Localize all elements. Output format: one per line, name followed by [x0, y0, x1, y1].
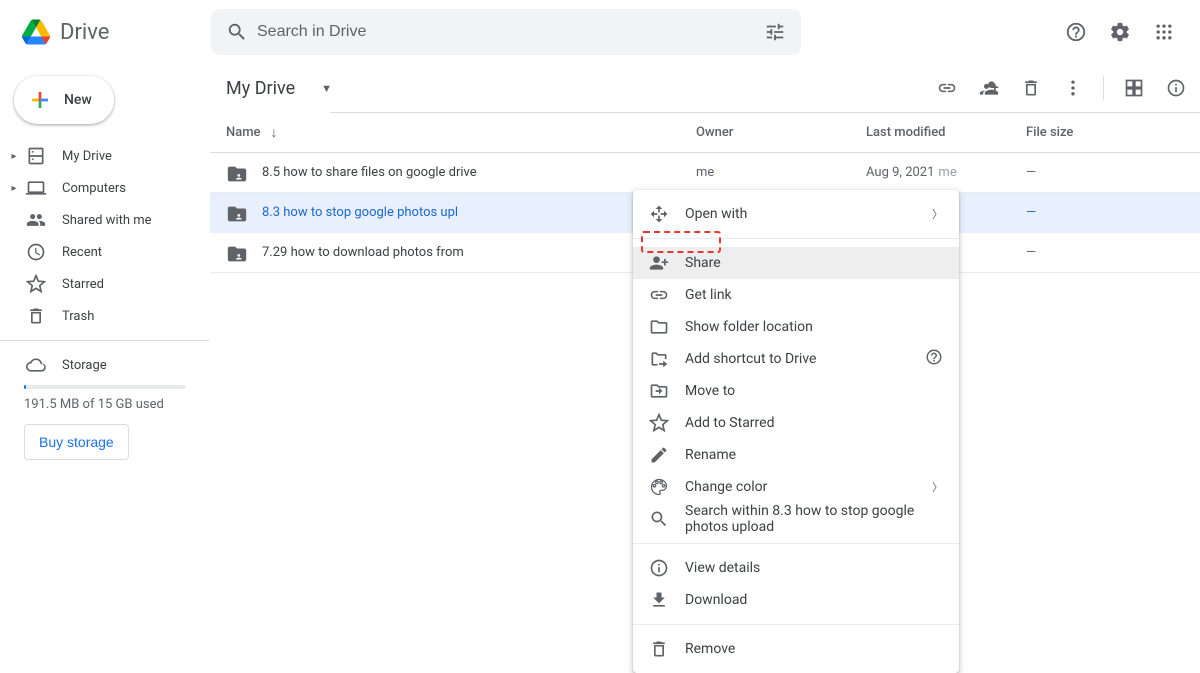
get-link-icon[interactable]: [927, 68, 967, 108]
col-size[interactable]: File size: [1026, 125, 1184, 140]
menu-item-remove[interactable]: Remove: [633, 633, 959, 665]
cloud-icon: [24, 353, 48, 377]
menu-item-open-with[interactable]: Open with〉: [633, 198, 959, 230]
drive-logo-icon: [16, 12, 56, 52]
new-button[interactable]: New: [14, 76, 114, 124]
main-content: My Drive ▼ Name↓ Owner Last modified Fil…: [210, 64, 1200, 580]
search-options-icon[interactable]: [755, 12, 795, 52]
buy-storage-button[interactable]: Buy storage: [24, 424, 129, 460]
menu-item-rename[interactable]: Rename: [633, 439, 959, 471]
sidebar-item-recent[interactable]: Recent: [0, 236, 198, 268]
menu-item-change-color[interactable]: Change color〉: [633, 471, 959, 503]
menu-item-add-shortcut-to[interactable]: Add shortcut to Drive: [633, 343, 959, 375]
menu-item-download[interactable]: Download: [633, 584, 959, 616]
sidebar-item-my-drive[interactable]: ▸ My Drive: [0, 140, 198, 172]
menu-item-search-within-8.3[interactable]: Search within 8.3 how to stop google pho…: [633, 503, 959, 535]
storage-bar: [24, 385, 186, 389]
menu-divider: [633, 624, 959, 625]
storage-text: 191.5 MB of 15 GB used: [24, 397, 186, 412]
sidebar-item-computers[interactable]: ▸ Computers: [0, 172, 198, 204]
shared-folder-icon: [226, 163, 246, 183]
sidebar-item-shared-with-me[interactable]: Shared with me: [0, 204, 198, 236]
search-icon[interactable]: [217, 12, 257, 52]
new-label: New: [64, 92, 92, 108]
menu-item-show-folder-location[interactable]: Show folder location: [633, 311, 959, 343]
apps-icon[interactable]: [1144, 12, 1184, 52]
menu-item-add-to-starred[interactable]: Add to Starred: [633, 407, 959, 439]
help-icon[interactable]: [1056, 12, 1096, 52]
menu-divider: [633, 543, 959, 544]
search-input[interactable]: [257, 23, 755, 41]
plus-icon: [28, 88, 52, 112]
header: Drive: [0, 0, 1200, 64]
shared-folder-icon: [226, 203, 246, 223]
shared-folder-icon: [226, 243, 246, 263]
sidebar-item-storage[interactable]: Storage: [0, 349, 198, 381]
table-header: Name↓ Owner Last modified File size: [210, 113, 1200, 153]
expand-icon: ▸: [8, 183, 20, 194]
divider: [0, 340, 210, 341]
grid-view-icon[interactable]: [1114, 68, 1154, 108]
search-bar: [211, 9, 801, 55]
sidebar: New ▸ My Drive▸ Computers Shared with me…: [0, 64, 210, 580]
info-icon[interactable]: [1156, 68, 1196, 108]
delete-icon[interactable]: [1011, 68, 1051, 108]
action-bar: [927, 68, 1196, 108]
menu-divider: [633, 238, 959, 239]
expand-icon: ▸: [8, 151, 20, 162]
drive-logo[interactable]: Drive: [16, 12, 211, 52]
header-actions: [1056, 12, 1184, 52]
menu-item-share[interactable]: Share: [633, 247, 959, 279]
settings-icon[interactable]: [1100, 12, 1140, 52]
help-icon[interactable]: [925, 348, 943, 370]
share-icon[interactable]: [969, 68, 1009, 108]
menu-item-get-link[interactable]: Get link: [633, 279, 959, 311]
table-row[interactable]: 8.5 how to share files on google drive m…: [210, 153, 1200, 193]
col-name[interactable]: Name↓: [226, 124, 696, 141]
sidebar-item-trash[interactable]: Trash: [0, 300, 198, 332]
sort-arrow-icon: ↓: [271, 124, 278, 141]
app-name: Drive: [60, 20, 109, 45]
chevron-right-icon: 〉: [932, 206, 943, 222]
col-owner[interactable]: Owner: [696, 125, 866, 140]
context-menu: Open with〉 ShareGet linkShow folder locat…: [633, 190, 959, 673]
more-icon[interactable]: [1053, 68, 1093, 108]
chevron-down-icon: ▼: [321, 82, 332, 95]
menu-item-move-to[interactable]: Move to: [633, 375, 959, 407]
menu-item-view-details[interactable]: View details: [633, 552, 959, 584]
sidebar-item-starred[interactable]: Starred: [0, 268, 198, 300]
chevron-right-icon: 〉: [932, 479, 943, 495]
breadcrumb[interactable]: My Drive ▼: [218, 74, 340, 103]
col-modified[interactable]: Last modified: [866, 125, 1026, 140]
